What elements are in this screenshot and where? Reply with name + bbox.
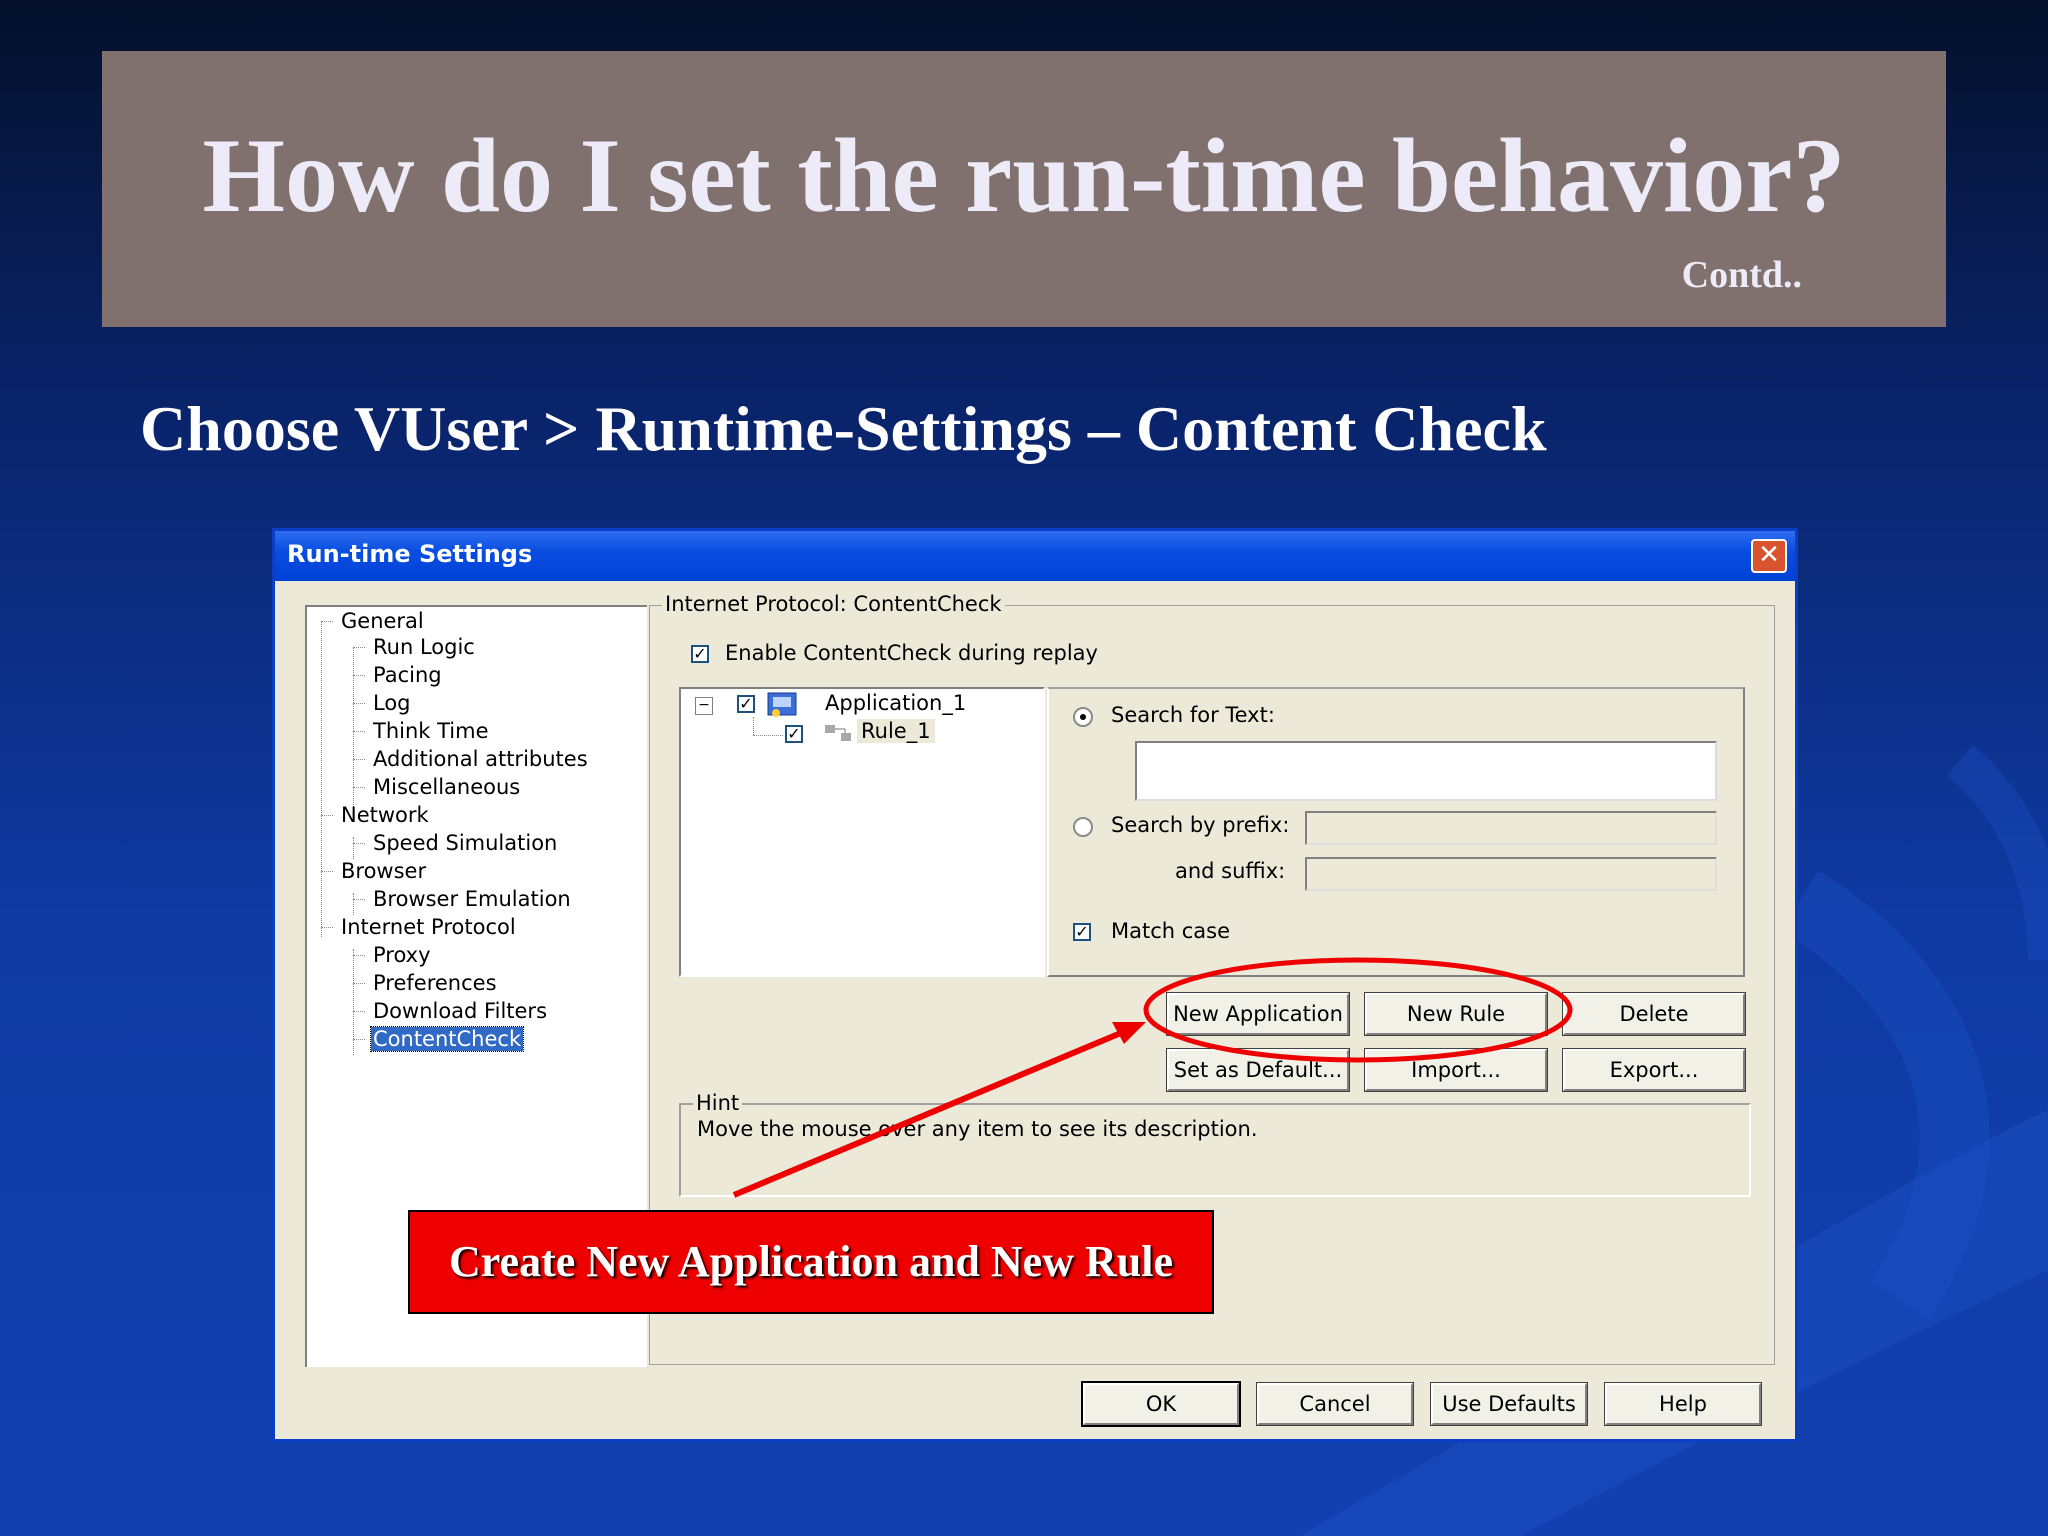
hint-title: Hint (693, 1091, 743, 1115)
tree-item-pacing[interactable]: Pacing (373, 663, 442, 687)
set-as-default-button[interactable]: Set as Default... (1166, 1048, 1350, 1092)
title-band: How do I set the run-time behavior? Cont… (102, 51, 1946, 327)
slide-subtitle: Choose VUser > Runtime-Settings – Conten… (140, 393, 1547, 464)
application-tree[interactable]: − ✓ Application_1 ✓ Rule_1 (679, 687, 1045, 977)
use-defaults-button[interactable]: Use Defaults (1430, 1382, 1588, 1426)
enable-contentcheck-checkbox[interactable]: ✓ (691, 645, 709, 663)
tree-item-log[interactable]: Log (373, 691, 411, 715)
rule-icon (825, 725, 851, 741)
group-title: Internet Protocol: ContentCheck (662, 592, 1005, 616)
tree-item-network[interactable]: Network (341, 803, 429, 827)
dialog-title: Run-time Settings (287, 540, 533, 568)
tree-item-preferences[interactable]: Preferences (373, 971, 497, 995)
new-application-button[interactable]: New Application (1166, 992, 1350, 1036)
tree-item-internet-protocol[interactable]: Internet Protocol (341, 915, 516, 939)
search-panel: Search for Text: Search by prefix: and s… (1047, 687, 1745, 977)
collapse-icon[interactable]: − (695, 697, 713, 715)
search-by-prefix-radio[interactable] (1073, 817, 1093, 837)
tree-item-think-time[interactable]: Think Time (373, 719, 489, 743)
match-case-label: Match case (1111, 919, 1231, 943)
tree-item-download-filters[interactable]: Download Filters (373, 999, 547, 1023)
rule-item[interactable]: Rule_1 (857, 719, 935, 743)
tree-item-run-logic[interactable]: Run Logic (373, 635, 475, 659)
suffix-label: and suffix: (1175, 859, 1286, 883)
rule-checkbox[interactable]: ✓ (785, 725, 803, 743)
application-icon (767, 692, 797, 717)
search-text-input[interactable] (1135, 741, 1717, 801)
tree-item-proxy[interactable]: Proxy (373, 943, 431, 967)
match-case-checkbox[interactable]: ✓ (1073, 923, 1091, 941)
suffix-input[interactable] (1305, 857, 1717, 891)
search-by-prefix-label: Search by prefix: (1111, 813, 1290, 837)
tree-item-contentcheck[interactable]: ContentCheck (369, 1026, 525, 1052)
application-checkbox[interactable]: ✓ (737, 695, 755, 713)
application-item[interactable]: Application_1 (825, 691, 966, 715)
tree-item-additional-attributes[interactable]: Additional attributes (373, 747, 588, 771)
search-for-text-radio[interactable] (1073, 707, 1093, 727)
delete-button[interactable]: Delete (1562, 992, 1746, 1036)
contd-label: Contd.. (1681, 254, 1802, 296)
callout-box: Create New Application and New Rule (408, 1210, 1214, 1314)
hint-box: Hint Move the mouse over any item to see… (679, 1091, 1751, 1197)
new-rule-button[interactable]: New Rule (1364, 992, 1548, 1036)
close-icon[interactable]: ✕ (1751, 539, 1787, 573)
prefix-input[interactable] (1305, 811, 1717, 845)
tree-item-browser-emulation[interactable]: Browser Emulation (373, 887, 571, 911)
search-for-text-label: Search for Text: (1111, 703, 1275, 727)
tree-item-miscellaneous[interactable]: Miscellaneous (373, 775, 520, 799)
tree-item-general[interactable]: General (341, 609, 424, 633)
import-button[interactable]: Import... (1364, 1048, 1548, 1092)
export-button[interactable]: Export... (1562, 1048, 1746, 1092)
ok-button[interactable]: OK (1081, 1381, 1241, 1427)
cancel-button[interactable]: Cancel (1256, 1382, 1414, 1426)
callout-text: Create New Application and New Rule (449, 1237, 1173, 1286)
enable-contentcheck-label: Enable ContentCheck during replay (725, 641, 1098, 665)
dialog-titlebar[interactable]: Run-time Settings ✕ (275, 531, 1795, 581)
tree-item-browser[interactable]: Browser (341, 859, 426, 883)
slide-title: How do I set the run-time behavior? (202, 117, 1846, 234)
hint-text: Move the mouse over any item to see its … (697, 1117, 1258, 1141)
help-button[interactable]: Help (1604, 1382, 1762, 1426)
tree-item-speed-simulation[interactable]: Speed Simulation (373, 831, 557, 855)
